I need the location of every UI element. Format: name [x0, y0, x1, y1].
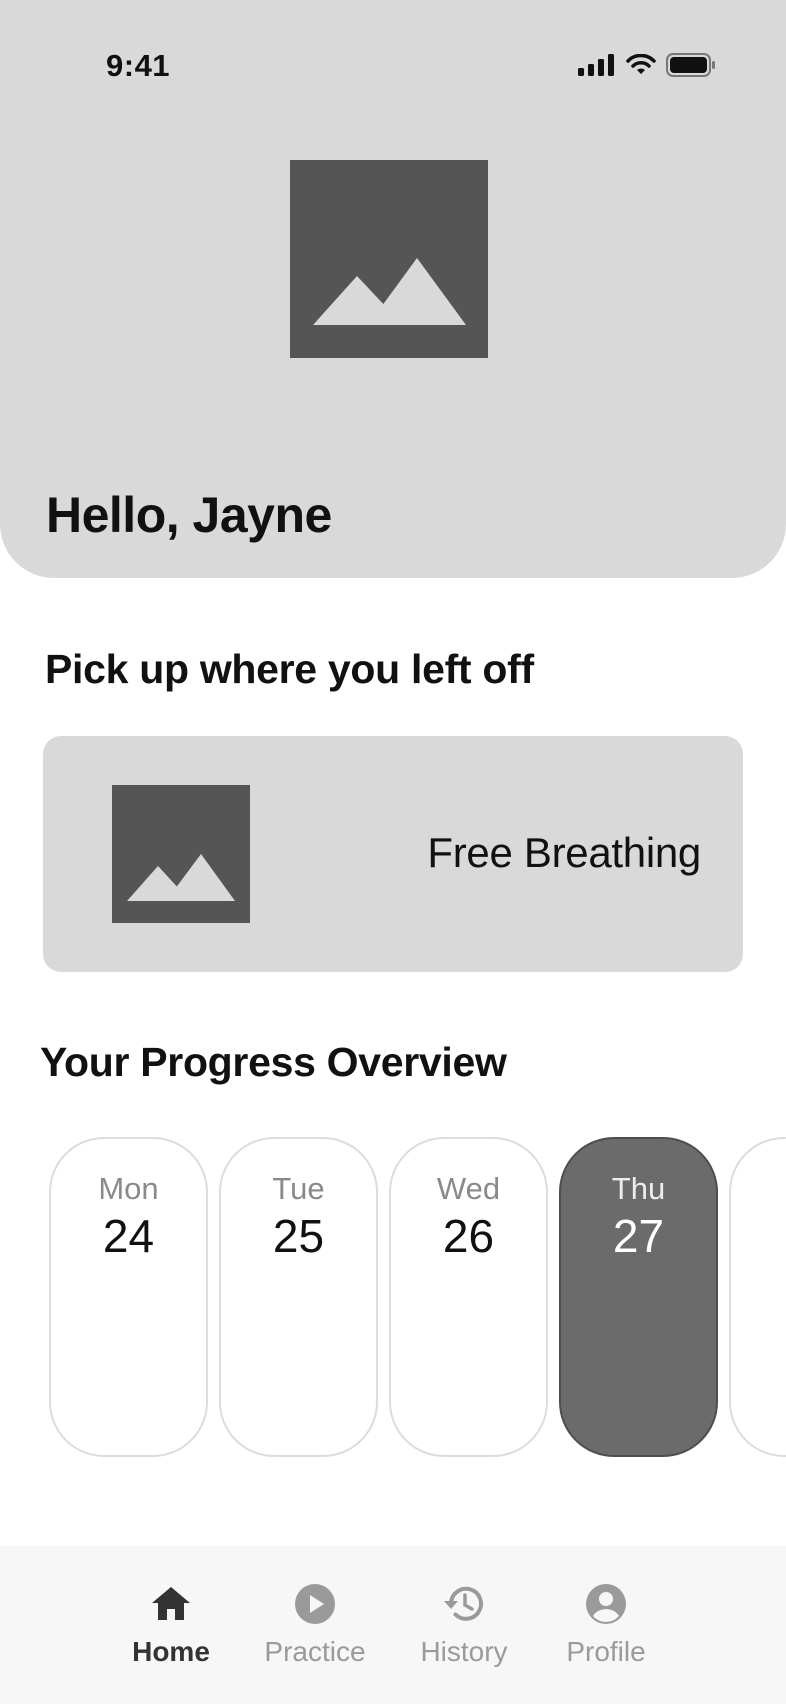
wifi-icon [626, 54, 656, 74]
day-date: 26 [442, 1210, 495, 1262]
day-name: Thu [611, 1171, 666, 1206]
tab-label: Profile [566, 1636, 646, 1667]
resume-session-card[interactable]: Free Breathing [43, 736, 743, 972]
day-pill-next[interactable] [729, 1137, 786, 1457]
greeting-title: Hello, Jayne [46, 487, 332, 543]
tab-label: Practice [264, 1636, 366, 1667]
hero-image-placeholder [290, 160, 488, 358]
home-icon [152, 1587, 190, 1620]
session-thumbnail [112, 785, 250, 923]
tab-practice[interactable]: Practice [255, 1582, 375, 1668]
signal-icon [578, 54, 614, 76]
bottom-tab-bar: Home Practice History Profile [0, 1546, 786, 1704]
status-icons [578, 53, 716, 77]
day-pill-wed[interactable]: Wed 26 [389, 1137, 548, 1457]
tab-label: Home [132, 1636, 210, 1667]
status-time: 9:41 [106, 48, 171, 83]
day-pill-thu[interactable]: Thu 27 [559, 1137, 718, 1457]
tab-history[interactable]: History [404, 1582, 524, 1668]
day-selector[interactable]: Mon 24 Tue 25 Wed 26 Thu 27 [0, 1137, 786, 1457]
status-bar: 9:41 [0, 0, 786, 130]
play-icon [295, 1584, 335, 1624]
tab-home[interactable]: Home [111, 1582, 231, 1668]
profile-icon [586, 1584, 626, 1624]
day-pill-tue[interactable]: Tue 25 [219, 1137, 378, 1457]
resume-section-title: Pick up where you left off [45, 646, 534, 692]
day-date: 24 [102, 1210, 155, 1262]
session-title: Free Breathing [427, 829, 701, 876]
day-name: Tue [272, 1171, 325, 1206]
history-icon [444, 1586, 483, 1621]
battery-icon [666, 53, 715, 77]
day-name: Wed [436, 1171, 501, 1206]
day-date: 27 [612, 1210, 665, 1262]
image-placeholder-icon [127, 854, 235, 901]
day-date: 25 [272, 1210, 325, 1262]
day-name: Mon [98, 1171, 159, 1206]
tab-label: History [420, 1636, 508, 1667]
progress-section-title: Your Progress Overview [40, 1039, 507, 1085]
image-placeholder-icon [313, 258, 466, 325]
tab-profile[interactable]: Profile [546, 1582, 666, 1668]
header: 9:41 Hello, Jayne [0, 0, 786, 578]
day-pill-mon[interactable]: Mon 24 [49, 1137, 208, 1457]
